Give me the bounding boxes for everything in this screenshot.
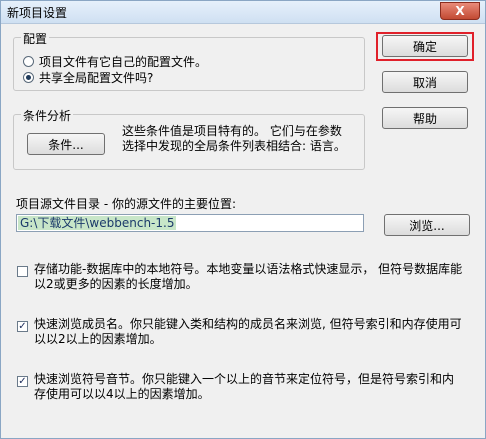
store-local-symbols-checkbox[interactable]	[17, 266, 28, 277]
store-local-symbols-label: 存储功能-数据库中的本地符号。本地变量以语法格式快速显示， 但符号数据库能以2或…	[34, 262, 463, 291]
fast-browse-members-label: 快速浏览成员名。你只能键入类和结构的成员名来浏览, 但符号索引和内存使用可以以2…	[34, 317, 462, 346]
cancel-button[interactable]: 取消	[382, 71, 468, 93]
fast-browse-syllables-checkbox[interactable]: ✓	[17, 376, 28, 387]
source-dir-label: 项目源文件目录 - 你的源文件的主要位置:	[16, 197, 237, 211]
source-path-value: G:\下载文件\webbench-1.5	[18, 216, 177, 230]
title-bar[interactable]: 新项目设置 X	[1, 1, 485, 24]
radio-own-config-label: 项目文件有它自己的配置文件。	[39, 55, 208, 69]
radio-own-config[interactable]: 项目文件有它自己的配置文件。	[23, 53, 207, 70]
check-icon: ✓	[18, 376, 27, 387]
fast-browse-syllables-label: 快速浏览符号音节。你只能键入一个以上的音节来定位符号，但是符号索引和内存使用可以…	[34, 372, 455, 401]
source-path-field[interactable]: G:\下载文件\webbench-1.5	[16, 214, 364, 232]
browse-button[interactable]: 浏览...	[384, 214, 470, 236]
window-title: 新项目设置	[7, 6, 68, 20]
radio-own-config-indicator[interactable]	[23, 56, 34, 67]
conditions-button[interactable]: 条件...	[27, 133, 105, 155]
ok-button-highlight	[376, 32, 474, 61]
new-project-settings-dialog: 新项目设置 X 配置 项目文件有它自己的配置文件。 共享全局配置文件吗? 条件分…	[0, 0, 486, 439]
radio-shared-config-indicator[interactable]	[23, 72, 34, 83]
check-icon: ✓	[18, 321, 27, 332]
help-button[interactable]: 帮助	[382, 107, 468, 129]
condition-description: 这些条件值是项目特有的。 它们与在参数选择中发现的全局条件列表相结合: 语言。	[122, 124, 346, 153]
fast-browse-members-checkbox[interactable]: ✓	[17, 321, 28, 332]
radio-shared-config[interactable]: 共享全局配置文件吗?	[23, 69, 153, 86]
condition-legend: 条件分析	[21, 107, 74, 124]
close-icon: X	[455, 4, 465, 18]
close-button[interactable]: X	[440, 2, 480, 20]
config-legend: 配置	[21, 30, 50, 47]
radio-shared-config-label: 共享全局配置文件吗?	[39, 71, 154, 85]
